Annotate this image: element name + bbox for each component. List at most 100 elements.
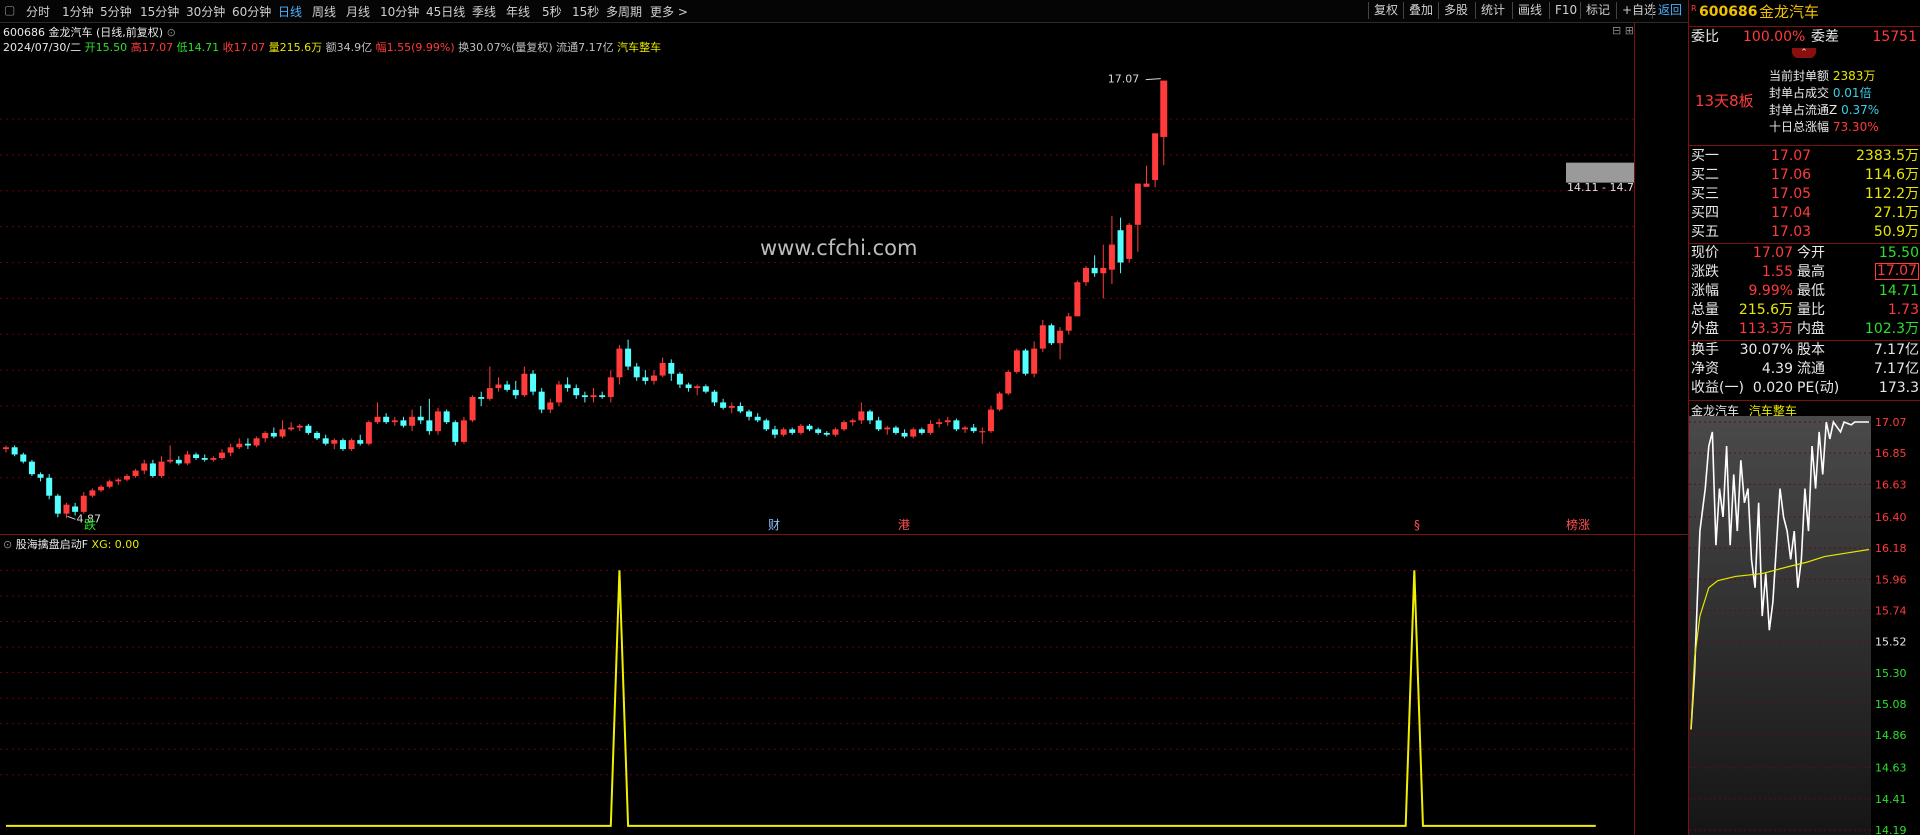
candlestick-chart[interactable]: 16.00 15.00 14.00 13.00 12.00 11.00 10.00 9.00 8…	[0, 50, 1688, 534]
candle-body	[54, 495, 61, 514]
draw-line-button[interactable]: 画线	[1512, 2, 1547, 19]
bid-row-2[interactable]: 买二 17.06 114.6万	[1689, 166, 1920, 185]
candle-body	[486, 388, 493, 399]
tab-period-3[interactable]: 15分钟	[140, 3, 179, 20]
candle-body	[564, 384, 571, 389]
candle-body	[625, 348, 632, 367]
sep-1	[1689, 26, 1920, 27]
tab-more[interactable]: 更多 >	[650, 3, 688, 20]
candle-body	[720, 402, 727, 408]
fund-label: PE(动)	[1797, 380, 1840, 396]
expand-chevron-icon[interactable]: ⌃	[1792, 48, 1816, 58]
tab-period-14[interactable]: 15秒	[572, 3, 599, 20]
y-tick-label: 0.80	[1652, 615, 1677, 628]
mark-button[interactable]: 标记	[1580, 2, 1615, 19]
candle-body	[676, 373, 683, 385]
tab-period-13[interactable]: 5秒	[542, 3, 562, 20]
candle-body	[279, 429, 286, 437]
overlay-button[interactable]: 叠加	[1403, 2, 1438, 19]
y-tick-label: 0.30	[1652, 743, 1677, 756]
tab-period-2[interactable]: 5分钟	[100, 3, 132, 20]
tab-period-1[interactable]: 1分钟	[62, 3, 94, 20]
y-tick-label: 0.70	[1652, 641, 1677, 654]
candle-body	[815, 429, 822, 433]
tab-period-10[interactable]: 45日线	[426, 3, 465, 20]
candle-body	[1126, 224, 1133, 259]
candle-body	[72, 506, 79, 512]
maximize-window-icon[interactable]: ⊞	[1625, 24, 1634, 37]
watermark: www.cfchi.com	[760, 236, 918, 260]
y-tick-label: 0.50	[1652, 692, 1677, 705]
restore-window-icon[interactable]: ⊟	[1612, 24, 1621, 37]
tab-period-4[interactable]: 30分钟	[186, 3, 225, 20]
quote-label: 今开	[1797, 245, 1825, 261]
quote-value: 17.07	[1874, 263, 1919, 280]
intraday-mini-chart[interactable]: 17.07 16.85 16.63 16.40 16.18 15.96 15.74 15.52…	[1689, 416, 1920, 835]
candle-body	[1065, 316, 1072, 331]
candle-body	[400, 420, 407, 426]
event-marker: 跌	[84, 517, 96, 532]
candle-body	[754, 416, 761, 421]
seal-label-3: 十日总涨幅	[1769, 120, 1830, 134]
tab-period-7[interactable]: 周线	[312, 3, 336, 20]
multi-stock-button[interactable]: 多股	[1438, 2, 1473, 19]
tab-period-15[interactable]: 多周期	[606, 3, 642, 20]
candle-body	[581, 395, 588, 398]
tab-period-12[interactable]: 年线	[506, 3, 530, 20]
y-tick-label: 7.00	[1652, 436, 1677, 449]
indicator-chart[interactable]: 1.00 0.90 0.80 0.70 0.60 0.50 0.40 0.30 0.20	[0, 535, 1688, 835]
candle-body	[167, 459, 174, 462]
y-tick-label: 14.19	[1875, 824, 1907, 835]
candle-body	[3, 447, 9, 450]
bid-volume: 50.9万	[1873, 224, 1919, 240]
seal-value-1: 0.01倍	[1832, 86, 1872, 100]
candle-body	[668, 362, 675, 374]
panel-stock-name[interactable]: 金龙汽车	[1759, 3, 1819, 22]
bid-row-4[interactable]: 买四 17.04 27.1万	[1689, 204, 1920, 223]
price-range-label: 14.11 - 14.7	[1567, 181, 1634, 194]
bid-row-5[interactable]: 买五 17.03 50.9万	[1689, 223, 1920, 242]
quote-value: 1.73	[1887, 302, 1919, 318]
bid-row-1[interactable]: 买一 17.07 2383.5万	[1689, 147, 1920, 166]
restore-rights-button[interactable]: 复权	[1368, 2, 1403, 19]
candle-body	[858, 411, 865, 421]
y-tick-label: 11.00	[1652, 292, 1684, 305]
tab-period-8[interactable]: 月线	[346, 3, 370, 20]
y-tick-label: 15.08	[1875, 698, 1907, 711]
seal-label-2: 封单占流通Z	[1769, 103, 1838, 117]
candle-body	[1013, 350, 1020, 372]
window-buttons: ⊟ ⊞	[1612, 24, 1634, 37]
tab-period-5[interactable]: 60分钟	[232, 3, 271, 20]
tab-period-11[interactable]: 季线	[472, 3, 496, 20]
collapse-icon[interactable]: ⊙	[167, 26, 176, 39]
period-toolbar: ▢ 分时 1分钟 5分钟 15分钟 30分钟 60分钟 日线 周线 月线 10分…	[0, 0, 1688, 23]
back-button[interactable]: 返回	[1652, 2, 1687, 19]
candle-body	[443, 411, 450, 423]
fund-label: 股本	[1797, 342, 1825, 358]
candle-body	[374, 416, 381, 423]
bid-volume: 2383.5万	[1856, 148, 1919, 164]
panel-stock-code: 600686	[1699, 4, 1758, 20]
quote-value: 14.71	[1878, 283, 1919, 299]
y-tick-label: 15.30	[1875, 667, 1907, 680]
tab-period-6[interactable]: 日线	[278, 3, 302, 20]
candle-body	[106, 481, 113, 487]
bid-row-3[interactable]: 买三 17.05 112.2万	[1689, 185, 1920, 204]
candle-body	[806, 425, 813, 430]
candle-body	[892, 427, 899, 433]
tab-period-9[interactable]: 10分钟	[380, 3, 419, 20]
candle-body	[711, 391, 718, 403]
bid-price: 17.05	[1771, 186, 1812, 202]
y-tick-label: 16.85	[1875, 447, 1907, 460]
candle-body	[1100, 267, 1107, 274]
f10-button[interactable]: F10	[1549, 2, 1582, 19]
bid-label: 买三	[1691, 186, 1719, 202]
candle-body	[1057, 330, 1064, 344]
statistics-button[interactable]: 统计	[1475, 2, 1510, 19]
bid-label: 买二	[1691, 167, 1719, 183]
layout-icon[interactable]: ▢	[4, 3, 15, 17]
quote-label: 现价	[1691, 245, 1719, 261]
tab-period-0[interactable]: 分时	[26, 3, 50, 20]
y-tick-label: 9.00	[1652, 364, 1677, 377]
fund-value: 4.39	[1761, 361, 1793, 377]
